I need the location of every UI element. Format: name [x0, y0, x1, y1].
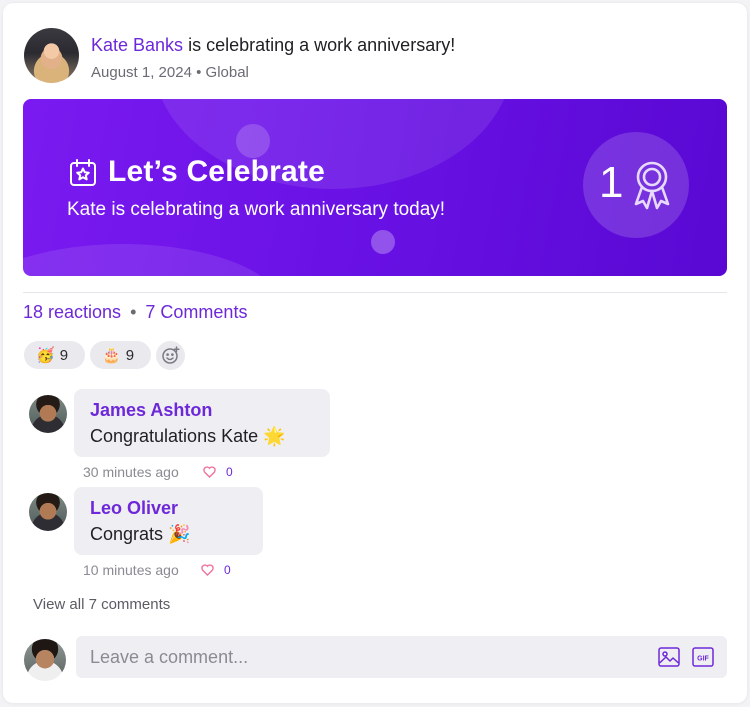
divider [23, 292, 727, 293]
banner-decoration [371, 230, 395, 254]
svg-text:GIF: GIF [697, 656, 709, 663]
celebration-banner: Let’s Celebrate Kate is celebrating a wo… [23, 99, 727, 276]
comment-like-count: 0 [226, 465, 233, 479]
reaction-pill-party[interactable]: 🥳 9 [24, 341, 85, 369]
author-name-link[interactable]: Kate Banks [91, 35, 183, 55]
comment-text: Congrats 🎉 [90, 524, 191, 544]
comment-input[interactable] [90, 636, 630, 678]
banner-subtitle: Kate is celebrating a work anniversary t… [67, 199, 446, 220]
reaction-count: 9 [125, 346, 135, 364]
comment-like-button[interactable]: 0 [201, 563, 231, 577]
view-all-comments-link[interactable]: View all 7 comments [33, 596, 170, 613]
comment-timestamp: 30 minutes ago [83, 464, 179, 480]
comment-author[interactable]: James Ashton [90, 400, 212, 421]
banner-decoration [23, 244, 283, 276]
heart-icon [201, 564, 214, 576]
reaction-pill-cake[interactable]: 🎂 9 [90, 341, 151, 369]
anniversary-badge: 1 [583, 132, 689, 238]
post-card: Kate Banks is celebrating a work anniver… [3, 3, 747, 703]
post-date: August 1, 2024 [91, 64, 192, 81]
image-icon[interactable] [658, 647, 680, 667]
party-face-emoji: 🥳 [36, 347, 55, 364]
post-stats: 18 reactions • 7 Comments [23, 302, 247, 323]
comment-like-button[interactable]: 0 [203, 465, 233, 479]
anniversary-years: 1 [599, 158, 624, 207]
heart-icon [203, 466, 216, 478]
post-headline: Kate Banks is celebrating a work anniver… [91, 34, 455, 56]
meta-separator: • [196, 64, 202, 81]
commenter-avatar[interactable] [29, 493, 67, 531]
birthday-cake-emoji: 🎂 [102, 347, 121, 364]
comment-like-count: 0 [224, 563, 231, 577]
gif-icon[interactable]: GIF [692, 647, 714, 667]
comment-bubble: Leo Oliver Congrats 🎉 [74, 487, 263, 555]
banner-title: Let’s Celebrate [108, 155, 325, 188]
comment-composer: GIF [76, 636, 727, 678]
headline-text: is celebrating a work anniversary! [188, 35, 456, 55]
current-user-avatar[interactable] [24, 639, 66, 681]
stats-separator: • [130, 302, 137, 322]
comment-text: Congratulations Kate 🌟 [90, 426, 286, 446]
post-meta: August 1, 2024 • Global [91, 64, 249, 81]
reaction-count: 9 [59, 346, 69, 364]
post-audience: Global [205, 64, 249, 81]
award-ribbon-icon [634, 161, 670, 210]
calendar-star-icon [70, 159, 96, 186]
comments-count-link[interactable]: 7 Comments [145, 302, 247, 322]
author-avatar[interactable] [24, 28, 79, 83]
comment-author[interactable]: Leo Oliver [90, 498, 178, 519]
comment-bubble: James Ashton Congratulations Kate 🌟 [74, 389, 330, 457]
reactions-count-link[interactable]: 18 reactions [23, 302, 121, 322]
add-reaction-icon [162, 346, 180, 364]
banner-decoration [236, 124, 270, 158]
add-reaction-button[interactable] [156, 341, 185, 370]
commenter-avatar[interactable] [29, 395, 67, 433]
comment-timestamp: 10 minutes ago [83, 562, 179, 578]
